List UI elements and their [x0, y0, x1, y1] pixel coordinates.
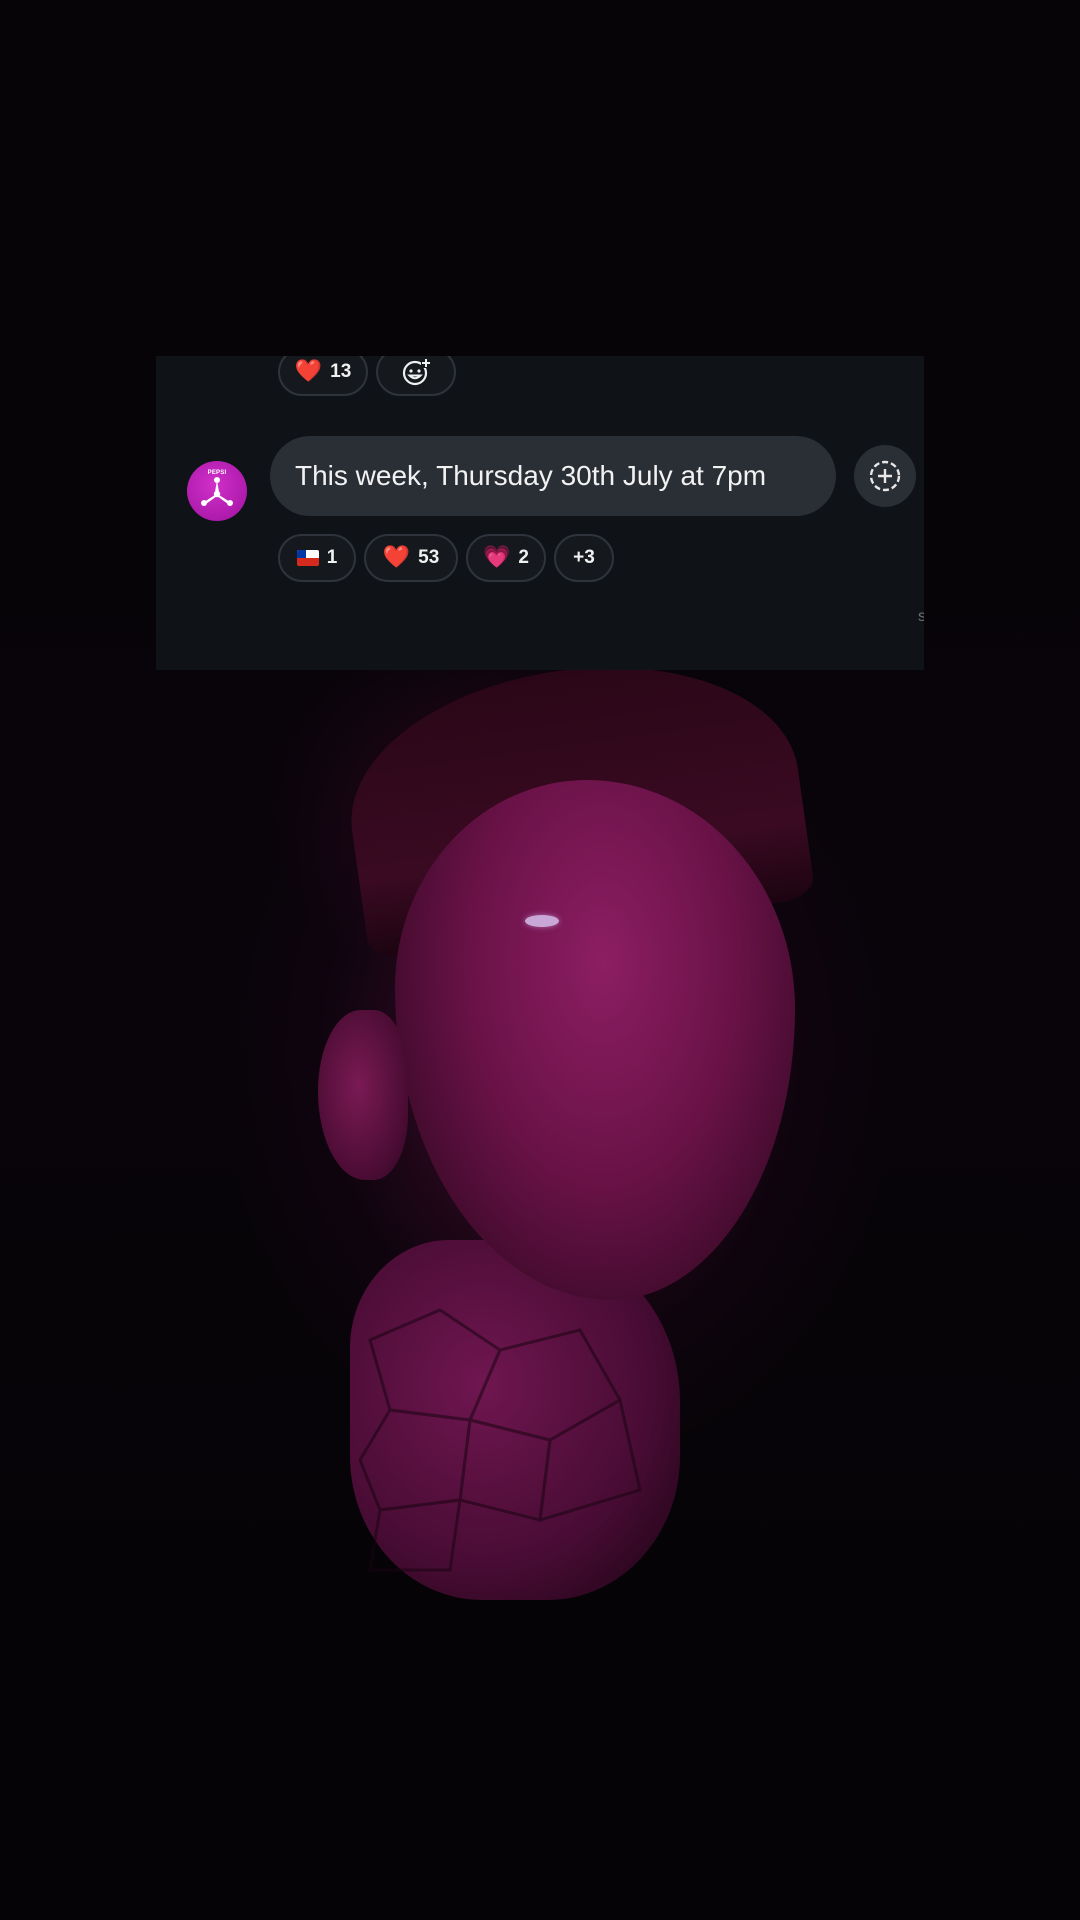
- reaction-chip-flag[interactable]: 1: [278, 534, 356, 582]
- message-text: This week, Thursday 30th July at 7pm: [295, 460, 767, 491]
- background-photo: [0, 0, 1080, 1920]
- pink-heart-emoji: 💗: [483, 545, 511, 570]
- add-emoji-button[interactable]: [376, 356, 456, 396]
- clipped-text: s: [918, 608, 924, 625]
- logo-icon: [201, 477, 233, 506]
- message-card: ❤️ 13 PEPSI This week, Thursday 30th Jul…: [156, 356, 924, 670]
- message-bubble[interactable]: This week, Thursday 30th July at 7pm: [270, 436, 836, 516]
- heart-emoji: ❤️: [294, 359, 323, 384]
- add-emoji-icon: [402, 358, 431, 386]
- reaction-chip-pink-heart[interactable]: 💗 2: [466, 534, 546, 582]
- reaction-count: 2: [518, 547, 529, 568]
- neck-tattoo: [358, 1308, 642, 1572]
- add-reaction-button[interactable]: [854, 445, 916, 507]
- reaction-chip-heart-top[interactable]: ❤️ 13: [278, 356, 368, 396]
- more-reactions-label: +3: [573, 547, 595, 568]
- add-reaction-icon: [869, 460, 901, 492]
- sender-avatar[interactable]: PEPSI: [187, 461, 247, 521]
- chile-flag-icon: [296, 550, 319, 566]
- reaction-count: 13: [330, 361, 352, 382]
- reaction-chip-heart[interactable]: ❤️ 53: [364, 534, 458, 582]
- heart-emoji: ❤️: [382, 545, 411, 570]
- reaction-count: 53: [418, 547, 440, 568]
- face: [395, 780, 795, 1300]
- eye: [525, 915, 559, 927]
- reaction-count: 1: [326, 547, 338, 568]
- more-reactions-chip[interactable]: +3: [554, 534, 614, 582]
- ear: [318, 1010, 408, 1180]
